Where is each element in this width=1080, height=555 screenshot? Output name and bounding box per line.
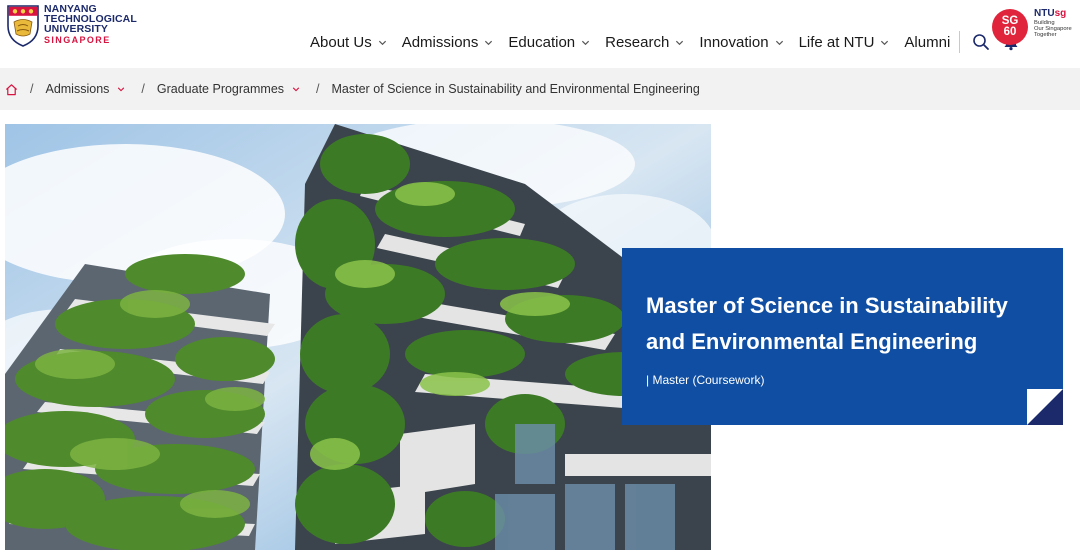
nav-alumni[interactable]: Alumni bbox=[904, 34, 950, 51]
logo-line-4: SINGAPORE bbox=[44, 35, 111, 45]
programme-title-card: Master of Science in Sustainability and … bbox=[622, 248, 1063, 425]
breadcrumb-graduate-programmes[interactable]: Graduate Programmes bbox=[157, 82, 300, 96]
nav-innovation[interactable]: Innovation bbox=[699, 34, 783, 51]
chevron-down-icon bbox=[485, 40, 493, 45]
nav-label: Admissions bbox=[401, 33, 479, 51]
chevron-down-icon bbox=[292, 87, 300, 92]
ntusg-brand[interactable]: NTUsg Building Our Singapore Together bbox=[1034, 8, 1072, 39]
main-nav: About Us Admissions Education Research I… bbox=[310, 31, 1032, 53]
chevron-down-icon bbox=[582, 40, 590, 45]
corner-fold-decoration bbox=[1027, 389, 1063, 425]
breadcrumb: / Admissions / Graduate Programmes / Mas… bbox=[0, 68, 1080, 110]
search-icon[interactable] bbox=[972, 33, 990, 51]
chevron-down-icon bbox=[676, 40, 684, 45]
nav-label: Research bbox=[605, 33, 670, 51]
nav-label: Innovation bbox=[699, 33, 769, 51]
nav-education[interactable]: Education bbox=[508, 34, 590, 51]
ntusg-prefix: NTU bbox=[1034, 8, 1055, 19]
chevron-down-icon bbox=[118, 87, 125, 92]
home-icon[interactable] bbox=[5, 83, 18, 96]
ntusg-wordmark: NTUsg bbox=[1034, 8, 1072, 19]
hero-image bbox=[5, 124, 711, 550]
logo-wordmark: NANYANG TECHNOLOGICAL UNIVERSITY SINGAPO… bbox=[44, 4, 137, 45]
breadcrumb-label: Graduate Programmes bbox=[156, 82, 285, 96]
ntusg-suffix: sg bbox=[1054, 8, 1067, 19]
nav-research[interactable]: Research bbox=[605, 34, 684, 51]
breadcrumb-label: Admissions bbox=[45, 82, 110, 96]
ntusg-tagline: Building Our Singapore Together bbox=[1034, 20, 1072, 39]
ntu-logo[interactable]: NANYANG TECHNOLOGICAL UNIVERSITY SINGAPO… bbox=[6, 4, 137, 48]
programme-title: Master of Science in Sustainability and … bbox=[646, 293, 1008, 354]
vertical-forest-towers-illustration bbox=[5, 124, 711, 550]
breadcrumb-current: Master of Science in Sustainability and … bbox=[331, 82, 700, 96]
programme-type: | Master (Coursework) bbox=[646, 373, 765, 387]
nav-life-at-ntu[interactable]: Life at NTU bbox=[799, 34, 890, 51]
nav-label: Life at NTU bbox=[798, 33, 875, 51]
sg60-badge-bottom: 60 bbox=[1003, 26, 1017, 38]
chevron-down-icon bbox=[775, 40, 783, 45]
nav-label: Alumni bbox=[904, 33, 951, 51]
chevron-down-icon bbox=[881, 40, 889, 45]
breadcrumb-separator: / bbox=[30, 82, 34, 96]
site-header: NANYANG TECHNOLOGICAL UNIVERSITY SINGAPO… bbox=[0, 0, 1080, 68]
breadcrumb-separator: / bbox=[141, 82, 145, 96]
breadcrumb-separator: / bbox=[316, 82, 320, 96]
nav-about-us[interactable]: About Us bbox=[310, 34, 387, 51]
ntu-crest-icon bbox=[7, 5, 39, 47]
sg60-badge[interactable]: SG 60 bbox=[992, 9, 1028, 45]
nav-label: Education bbox=[508, 33, 576, 51]
nav-admissions[interactable]: Admissions bbox=[402, 34, 494, 51]
chevron-down-icon bbox=[378, 40, 386, 45]
ntusg-tagline-3: Together bbox=[1034, 32, 1057, 39]
nav-divider bbox=[959, 31, 961, 53]
breadcrumb-admissions[interactable]: Admissions bbox=[45, 82, 125, 96]
logo-line-3: UNIVERSITY bbox=[44, 23, 109, 35]
nav-label: About Us bbox=[310, 33, 372, 51]
